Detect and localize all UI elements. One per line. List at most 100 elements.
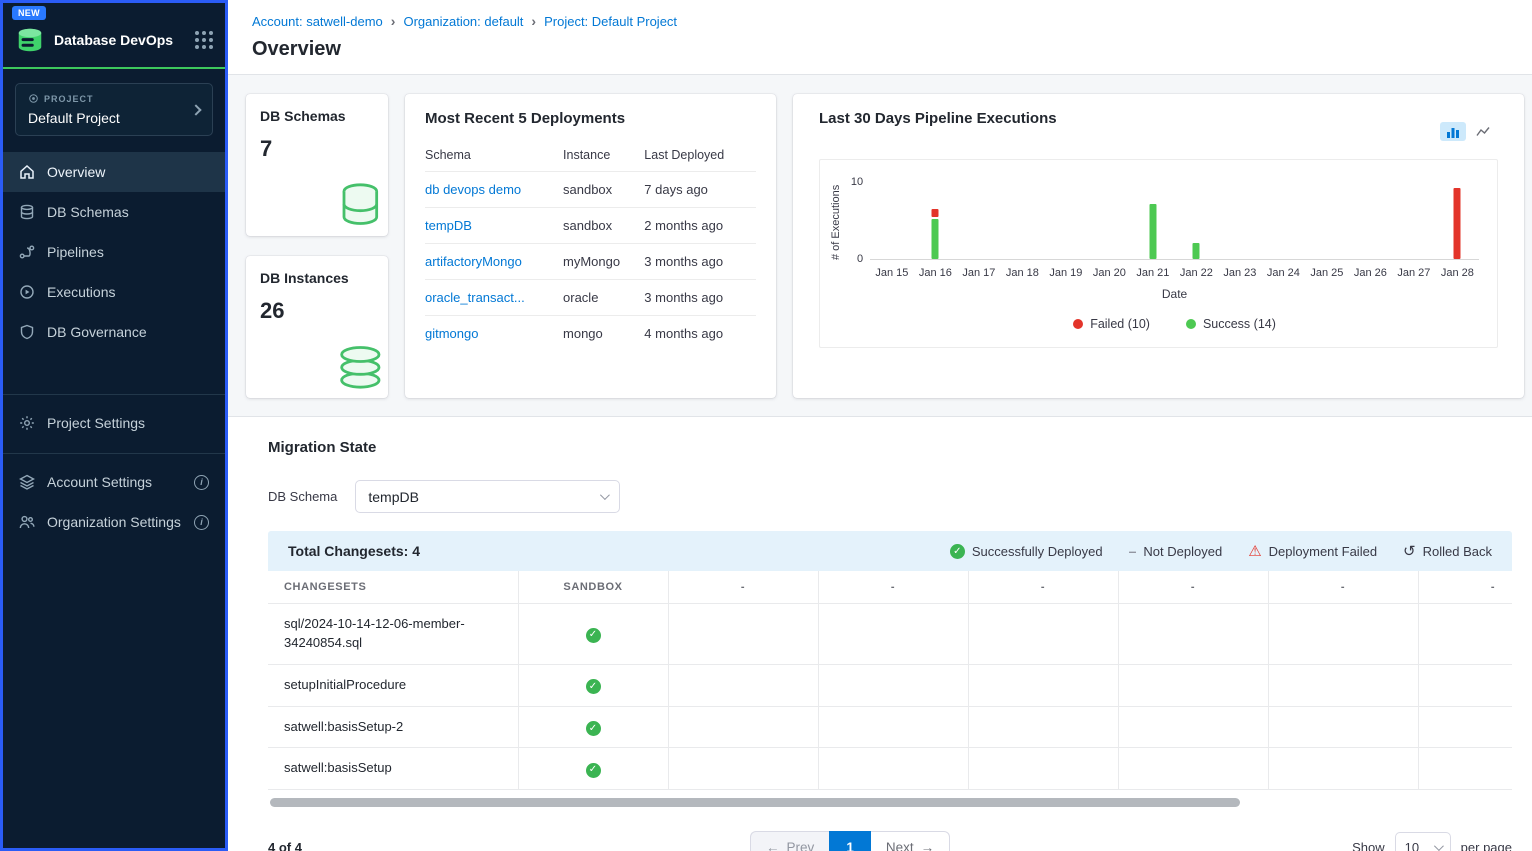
total-changesets-label: Total Changesets: 4 xyxy=(288,543,420,559)
page-1-button[interactable]: 1 xyxy=(829,831,871,851)
success-bar xyxy=(1149,204,1156,259)
page-title: Overview xyxy=(252,29,1508,74)
db-schema-select[interactable]: tempDB xyxy=(355,480,620,513)
line-chart-icon[interactable] xyxy=(1470,122,1496,141)
breadcrumb-separator-icon: › xyxy=(391,13,396,29)
schema-link[interactable]: artifactoryMongo xyxy=(425,254,522,269)
last-deployed-cell: 3 months ago xyxy=(644,280,756,316)
sidebar-divider xyxy=(3,394,225,395)
sidebar-divider xyxy=(3,453,225,454)
x-axis-tick-label: Jan 24 xyxy=(1262,267,1306,279)
sidebar-item-organization-settings[interactable]: Organization Settings i xyxy=(3,502,225,542)
legend-label: Successfully Deployed xyxy=(972,544,1103,559)
x-axis-tick-label: Jan 17 xyxy=(957,267,1001,279)
chevron-right-icon xyxy=(190,104,201,115)
schema-link[interactable]: db devops demo xyxy=(425,182,521,197)
chart-plot-area xyxy=(870,180,1479,260)
changeset-row[interactable]: setupInitialProcedure ✓ xyxy=(268,664,1512,706)
schema-link[interactable]: tempDB xyxy=(425,218,472,233)
failed-bar xyxy=(1454,188,1461,259)
result-count: 4 of 4 xyxy=(268,840,488,851)
x-axis-tick-label: Jan 15 xyxy=(870,267,914,279)
sidebar-item-label: Account Settings xyxy=(47,474,152,490)
x-axis-tick-label: Jan 27 xyxy=(1392,267,1436,279)
db-schemas-card[interactable]: DB Schemas 7 xyxy=(246,94,388,236)
schema-link[interactable]: gitmongo xyxy=(425,326,478,341)
sidebar-item-label: Executions xyxy=(47,284,115,300)
sidebar-item-executions[interactable]: Executions xyxy=(3,272,225,312)
y-tick-label: 0 xyxy=(857,253,863,265)
chart-type-toggle xyxy=(1440,122,1496,141)
chart-bar-group xyxy=(932,209,939,259)
project-selector[interactable]: PROJECT Default Project xyxy=(15,83,213,136)
sidebar-item-label: Pipelines xyxy=(47,244,104,260)
changesets-table-viewport: CHANGESETS SANDBOX - - - - - - sql/2024- xyxy=(268,571,1512,790)
instance-cell: oracle xyxy=(563,280,644,316)
not-deployed-dash-icon: – xyxy=(1129,543,1137,559)
sidebar-item-db-governance[interactable]: DB Governance xyxy=(3,312,225,352)
changesets-summary-band: Total Changesets: 4 ✓ Successfully Deplo… xyxy=(268,531,1512,571)
success-check-icon: ✓ xyxy=(586,721,601,736)
status-legend: ✓ Successfully Deployed – Not Deployed ⚠… xyxy=(950,543,1492,559)
legend-deployment-failed: ⚠ Deployment Failed xyxy=(1248,544,1377,559)
breadcrumb-separator-icon: › xyxy=(531,13,536,29)
module-grid-icon[interactable] xyxy=(195,31,213,49)
schema-link[interactable]: oracle_transact... xyxy=(425,290,525,305)
legend-successfully-deployed: ✓ Successfully Deployed xyxy=(950,544,1103,559)
breadcrumb-organization-link[interactable]: Organization: default xyxy=(403,14,523,29)
card-title: Last 30 Days Pipeline Executions xyxy=(819,110,1498,127)
changeset-name: satwell:basisSetup xyxy=(268,748,518,790)
db-schema-selector-row: DB Schema tempDB xyxy=(268,480,1512,513)
next-page-button[interactable]: Next → xyxy=(871,831,950,851)
column-header-changesets: CHANGESETS xyxy=(268,571,518,604)
sidebar-nav: Overview DB Schemas Pipelines Executions… xyxy=(3,152,225,352)
legend-label: Failed (10) xyxy=(1090,317,1150,331)
changeset-row[interactable]: sql/2024-10-14-12-06-member-34240854.sql… xyxy=(268,604,1512,665)
changeset-row[interactable]: satwell:basisSetup-2 ✓ xyxy=(268,706,1512,748)
column-header: - xyxy=(1118,571,1268,604)
legend-not-deployed: – Not Deployed xyxy=(1129,543,1223,559)
sidebar-item-label: Project Settings xyxy=(47,415,145,431)
arrow-right-icon: → xyxy=(921,840,935,851)
per-page-select[interactable]: 10 xyxy=(1395,832,1451,851)
pager-controls: ← Prev 1 Next → xyxy=(750,831,950,851)
success-check-icon: ✓ xyxy=(586,763,601,778)
per-page-control: Show 10 per page xyxy=(1352,832,1512,851)
db-instances-count: 26 xyxy=(260,298,374,324)
info-icon[interactable]: i xyxy=(194,475,209,490)
breadcrumb-account-link[interactable]: Account: satwell-demo xyxy=(252,14,383,29)
sidebar-item-db-schemas[interactable]: DB Schemas xyxy=(3,192,225,232)
column-header: Last Deployed xyxy=(644,139,756,172)
section-title: Migration State xyxy=(268,439,1512,456)
horizontal-scrollbar xyxy=(268,798,1512,807)
legend-item-success[interactable]: Success (14) xyxy=(1186,317,1276,331)
legend-item-failed[interactable]: Failed (10) xyxy=(1073,317,1150,331)
main-content: Account: satwell-demo › Organization: de… xyxy=(228,0,1532,851)
bar-chart-icon[interactable] xyxy=(1440,122,1466,141)
table-row: oracle_transact... oracle 3 months ago xyxy=(425,280,756,316)
legend-label: Success (14) xyxy=(1203,317,1276,331)
info-icon[interactable]: i xyxy=(194,515,209,530)
card-title: Most Recent 5 Deployments xyxy=(425,110,756,127)
sidebar-item-project-settings[interactable]: Project Settings xyxy=(3,403,225,443)
db-instances-card[interactable]: DB Instances 26 xyxy=(246,256,388,398)
db-schemas-count: 7 xyxy=(260,136,374,162)
x-axis-tick-label: Jan 21 xyxy=(1131,267,1175,279)
sidebar-item-overview[interactable]: Overview xyxy=(3,152,225,192)
x-axis-title: Date xyxy=(870,287,1479,301)
y-axis-ticks: 10 0 xyxy=(842,180,870,261)
column-header: - xyxy=(668,571,818,604)
scrollbar-thumb[interactable] xyxy=(270,798,1240,807)
breadcrumb-project-link[interactable]: Project: Default Project xyxy=(544,14,677,29)
chevron-down-icon xyxy=(1434,841,1444,851)
pipeline-executions-card: Last 30 Days Pipeline Executions # of Ex… xyxy=(793,94,1524,398)
pagination: 4 of 4 ← Prev 1 Next → Show 10 per page xyxy=(268,831,1512,851)
prev-page-button[interactable]: ← Prev xyxy=(750,831,829,851)
play-circle-icon xyxy=(19,284,35,300)
chart-bar-group xyxy=(1454,188,1461,259)
sidebar-item-pipelines[interactable]: Pipelines xyxy=(3,232,225,272)
changeset-row[interactable]: satwell:basisSetup ✓ xyxy=(268,748,1512,790)
instance-cell: mongo xyxy=(563,316,644,352)
sidebar-spacer xyxy=(3,352,225,378)
sidebar-item-account-settings[interactable]: Account Settings i xyxy=(3,462,225,502)
